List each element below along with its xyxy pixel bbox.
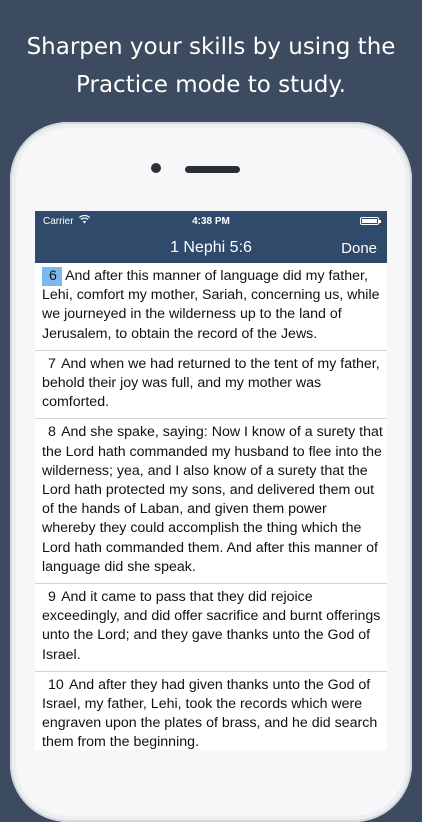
navigation-bar: Carrier 4:38 PM 1 Nephi 5:6 Done bbox=[35, 211, 387, 263]
status-time: 4:38 PM bbox=[192, 216, 230, 227]
front-camera bbox=[151, 163, 161, 173]
verse-item[interactable]: 10 And after they had given thanks unto … bbox=[35, 672, 387, 750]
verse-number[interactable]: 8 bbox=[42, 423, 58, 442]
verse-item[interactable]: 8 And she spake, saying: Now I know of a… bbox=[35, 419, 387, 585]
headline-line-2: Practice mode to study. bbox=[76, 72, 346, 98]
verse-text: And after this manner of language did my… bbox=[42, 268, 380, 342]
verse-text: And it came to pass that they did rejoic… bbox=[42, 589, 381, 663]
phone-screen: Carrier 4:38 PM 1 Nephi 5:6 Done 6 And a… bbox=[35, 211, 387, 750]
verse-number[interactable]: 7 bbox=[42, 355, 58, 374]
verse-number-highlighted[interactable]: 6 bbox=[42, 267, 62, 287]
verse-item[interactable]: 9 And it came to pass that they did rejo… bbox=[35, 584, 387, 672]
verse-item[interactable]: 6 And after this manner of language did … bbox=[35, 263, 387, 351]
page-title: 1 Nephi 5:6 bbox=[170, 239, 252, 256]
verse-text: And when we had returned to the tent of … bbox=[42, 355, 380, 411]
promo-headline: Sharpen your skills by using the Practic… bbox=[0, 28, 422, 104]
status-bar: Carrier 4:38 PM bbox=[35, 211, 387, 231]
verse-text: And she spake, saying: Now I know of a s… bbox=[42, 424, 383, 575]
battery-icon bbox=[360, 217, 381, 225]
verse-number[interactable]: 10 bbox=[42, 676, 66, 695]
verse-item[interactable]: 7 And when we had returned to the tent o… bbox=[35, 351, 387, 420]
earpiece-speaker bbox=[185, 166, 240, 173]
verse-number[interactable]: 9 bbox=[42, 588, 58, 607]
done-button[interactable]: Done bbox=[341, 240, 377, 257]
verse-text: And after they had given thanks unto the… bbox=[42, 676, 378, 750]
verse-list[interactable]: 6 And after this manner of language did … bbox=[35, 263, 387, 750]
headline-line-1: Sharpen your skills by using the bbox=[26, 34, 396, 60]
